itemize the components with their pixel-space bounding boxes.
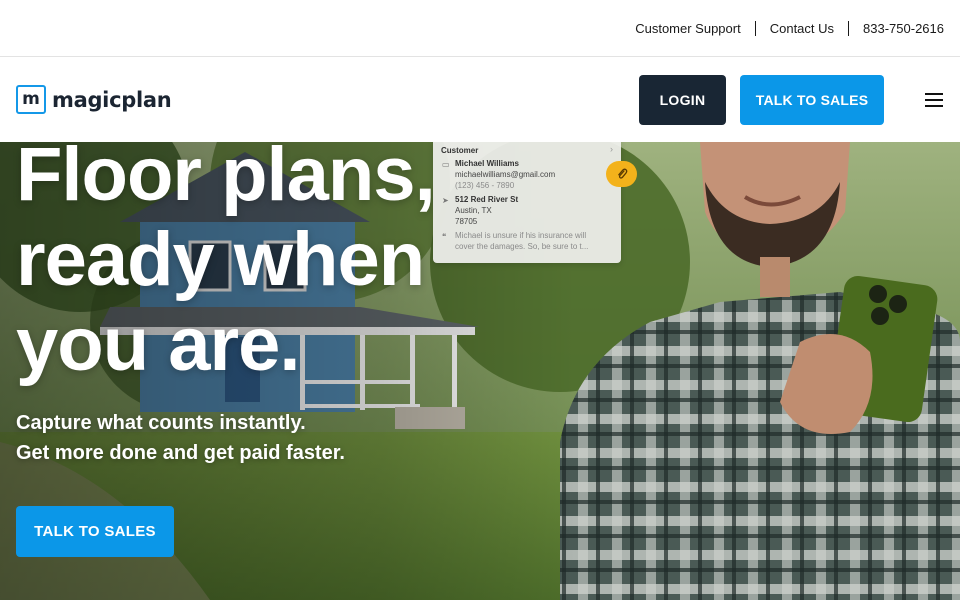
phone-link[interactable]: 833-750-2616: [863, 21, 944, 36]
paperclip-icon: [606, 161, 637, 187]
note-line-1: Michael is unsure if his insurance will: [455, 231, 587, 240]
contact-us-link[interactable]: Contact Us: [770, 21, 834, 36]
talk-to-sales-hero-button[interactable]: TALK TO SALES: [16, 506, 174, 557]
talk-to-sales-nav-button[interactable]: TALK TO SALES: [740, 75, 884, 125]
logo[interactable]: m magicplan: [16, 85, 172, 114]
hero-headline: Floor plans, ready when you are.: [16, 142, 486, 387]
divider: [754, 20, 756, 36]
subline-line-2: Get more done and get paid faster.: [16, 442, 345, 464]
card-title: Customer: [441, 146, 479, 155]
quote-icon: ❝: [442, 232, 447, 241]
divider: [848, 20, 850, 36]
customer-street: 512 Red River St: [455, 195, 519, 204]
customer-email: michaelwilliams@gmail.com: [455, 170, 556, 179]
customer-name: Michael Williams: [455, 159, 519, 168]
chevron-right-icon: ›: [610, 144, 613, 154]
customer-phone: (123) 456 - 7890: [455, 181, 515, 190]
hero-subheadline: Capture what counts instantly. Get more …: [16, 408, 345, 468]
location-arrow-icon: ➤: [442, 196, 449, 205]
customer-support-link[interactable]: Customer Support: [635, 21, 741, 36]
customer-card: Customer › ▭ Michael Williams michaelwil…: [433, 142, 621, 263]
utility-bar: Customer Support Contact Us 833-750-2616: [0, 0, 960, 57]
logo-mark-icon: m: [16, 85, 46, 114]
hamburger-icon[interactable]: [925, 93, 943, 107]
login-button[interactable]: LOGIN: [639, 75, 726, 125]
main-nav: m magicplan LOGIN TALK TO SALES: [0, 57, 960, 142]
logo-text: magicplan: [52, 87, 172, 112]
headline-line-3: you are.: [16, 302, 300, 387]
hero-section: Floor plans, ready when you are. Capture…: [0, 142, 960, 600]
note-line-2: cover the damages. So, be sure to t...: [455, 242, 589, 251]
contact-card-icon: ▭: [442, 160, 450, 169]
headline-line-2: ready when: [16, 217, 425, 302]
customer-zip: 78705: [455, 217, 478, 226]
subline-line-1: Capture what counts instantly.: [16, 412, 306, 434]
headline-line-1: Floor plans,: [16, 142, 436, 217]
customer-city: Austin, TX: [455, 206, 492, 215]
